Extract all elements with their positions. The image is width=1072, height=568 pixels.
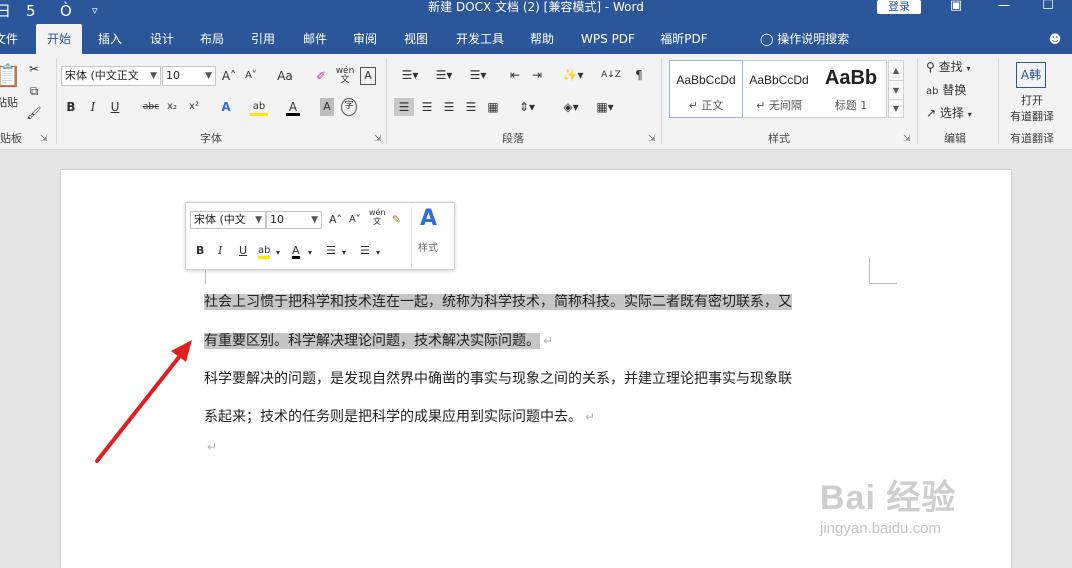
baidu-jingyan-watermark: Bai 经验 jingyan.baidu.com	[820, 470, 1020, 550]
arrow-shaft	[95, 350, 185, 463]
arrow-head	[171, 340, 192, 362]
watermark-logo-text: Bai 经验	[820, 479, 957, 517]
watermark-url: jingyan.baidu.com	[820, 520, 941, 537]
